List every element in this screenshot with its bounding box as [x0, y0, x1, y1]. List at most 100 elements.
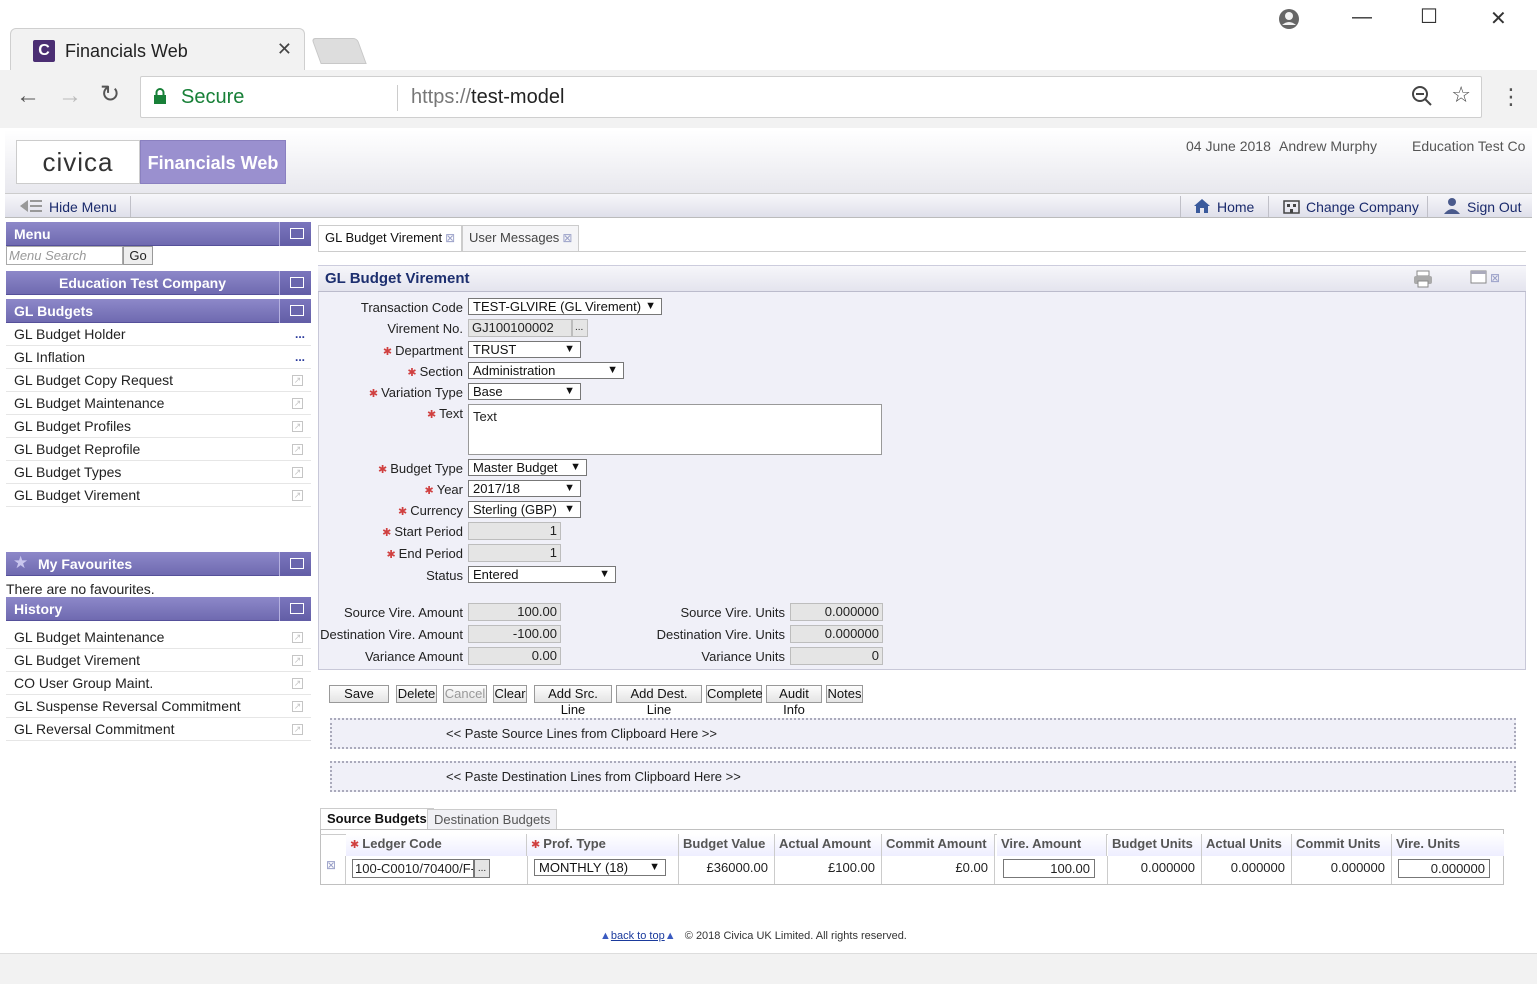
- vire-units-input[interactable]: 0.000000: [1398, 859, 1490, 878]
- variation-type-label: ✱ Variation Type: [263, 385, 463, 400]
- new-tab-button[interactable]: [311, 38, 367, 64]
- col-prof-type[interactable]: ✱ Prof. Type: [527, 834, 679, 856]
- prof-type-select[interactable]: MONTHLY (18) ▼: [534, 859, 666, 876]
- history-item[interactable]: GL Suspense Reversal Commitment ↗: [6, 695, 311, 718]
- favourites-empty-text: There are no favourites.: [6, 581, 155, 597]
- close-tab-icon[interactable]: ✕: [277, 39, 292, 60]
- col-actual-amount[interactable]: Actual Amount: [775, 834, 882, 856]
- back-to-top-link[interactable]: back to top: [611, 930, 665, 942]
- paste-destination-lines-area[interactable]: << Paste Destination Lines from Clipboar…: [330, 761, 1516, 792]
- add-src-line-button[interactable]: Add Src. Line: [534, 685, 612, 717]
- destination-vire-amount-label: Destination Vire. Amount: [320, 627, 463, 642]
- tab-gl-budget-virement[interactable]: GL Budget Virement ⊠: [318, 225, 463, 251]
- required-icon: ✱: [382, 346, 393, 358]
- tab-user-messages[interactable]: User Messages ⊠: [462, 225, 580, 251]
- address-bar[interactable]: Secure https://test-model ☆: [140, 76, 1482, 118]
- save-button[interactable]: Save: [329, 685, 389, 703]
- close-tab-icon[interactable]: ⊠: [562, 231, 572, 245]
- variation-type-select[interactable]: Base ▼: [468, 383, 581, 400]
- print-icon[interactable]: [1413, 270, 1433, 291]
- paste-source-lines-area[interactable]: << Paste Source Lines from Clipboard Her…: [330, 718, 1516, 749]
- minimize-icon[interactable]: —: [1352, 6, 1372, 29]
- label-text: Department: [395, 343, 463, 358]
- reload-icon[interactable]: ↻: [100, 80, 120, 109]
- col-budget-units[interactable]: Budget Units: [1108, 834, 1202, 856]
- cancel-button[interactable]: Cancel: [443, 685, 487, 703]
- currency-select[interactable]: Sterling (GBP) ▼: [468, 501, 581, 518]
- history-item[interactable]: GL Reversal Commitment ↗: [6, 718, 311, 741]
- user-sign-out-icon[interactable]: [1443, 197, 1461, 217]
- app-name-banner: Financials Web: [140, 140, 286, 184]
- history-title: History: [14, 601, 63, 617]
- panel-toggle-button[interactable]: [279, 271, 311, 295]
- col-vire-units[interactable]: Vire. Units: [1392, 834, 1504, 856]
- sign-out-button[interactable]: Sign Out: [1467, 199, 1521, 215]
- vire-amount-input[interactable]: 100.00: [1003, 859, 1095, 878]
- col-vire-amount[interactable]: Vire. Amount: [997, 834, 1107, 856]
- open-window-icon[interactable]: ↗: [292, 421, 303, 432]
- col-budget-value[interactable]: Budget Value: [679, 834, 775, 856]
- col-actual-units[interactable]: Actual Units: [1202, 834, 1292, 856]
- open-window-icon[interactable]: ↗: [292, 678, 303, 689]
- destination-vire-units-label: Destination Vire. Units: [656, 627, 785, 642]
- tab-destination-budgets[interactable]: Destination Budgets: [427, 809, 558, 830]
- notes-button[interactable]: Notes: [826, 685, 863, 703]
- status-select[interactable]: Entered ▼: [468, 566, 616, 583]
- open-window-icon[interactable]: ↗: [292, 724, 303, 735]
- panel-toggle-button[interactable]: [279, 222, 311, 246]
- browser-tab[interactable]: C Financials Web ✕: [10, 28, 305, 72]
- menu-search-input[interactable]: Menu Search: [6, 246, 123, 265]
- change-company-button[interactable]: Change Company: [1306, 199, 1419, 215]
- window-close-icon[interactable]: ✕: [1490, 6, 1507, 31]
- section-select[interactable]: Administration ▼: [468, 362, 624, 379]
- department-select[interactable]: TRUST ▼: [468, 341, 581, 358]
- add-dest-line-button[interactable]: Add Dest. Line: [616, 685, 702, 717]
- col-commit-amount[interactable]: Commit Amount: [882, 834, 995, 856]
- profile-icon[interactable]: [1278, 8, 1300, 36]
- browser-tab-title: Financials Web: [65, 41, 188, 61]
- year-select[interactable]: 2017/18 ▼: [468, 480, 581, 497]
- transaction-code-select[interactable]: TEST-GLVIRE (GL Virement) ▼: [468, 298, 662, 315]
- bookmark-star-icon[interactable]: ☆: [1451, 82, 1471, 108]
- dropdown-arrow-icon: ▼: [564, 385, 575, 397]
- history-item[interactable]: CO User Group Maint. ↗: [6, 672, 311, 695]
- tab-label: GL Budget Virement: [325, 230, 443, 245]
- source-vire-units-field: 0.000000: [790, 603, 883, 621]
- clear-button[interactable]: Clear: [493, 685, 527, 703]
- hide-menu-icon[interactable]: [20, 199, 44, 216]
- maximize-icon[interactable]: ☐: [1420, 4, 1438, 29]
- open-window-icon[interactable]: ↗: [292, 444, 303, 455]
- back-arrow-icon[interactable]: ←: [16, 82, 40, 110]
- tab-label: User Messages: [469, 230, 560, 245]
- history-item-label: GL Budget Maintenance: [14, 629, 165, 645]
- department-label: ✱ Department: [263, 343, 463, 358]
- delete-row-icon[interactable]: ⊠: [326, 858, 336, 872]
- home-icon[interactable]: [1193, 198, 1211, 217]
- open-window-icon[interactable]: ↗: [292, 701, 303, 712]
- col-commit-units[interactable]: Commit Units: [1292, 834, 1392, 856]
- building-icon[interactable]: [1283, 198, 1300, 217]
- required-icon: ✱: [386, 549, 396, 561]
- browser-menu-icon[interactable]: ⋮: [1500, 84, 1522, 110]
- home-button[interactable]: Home: [1217, 199, 1254, 215]
- ledger-code-input[interactable]: 100-C0010/70400/F-I: [352, 859, 474, 878]
- col-ledger-code[interactable]: ✱ Ledger Code: [346, 834, 527, 856]
- menu-search-go-button[interactable]: Go: [123, 246, 153, 265]
- actual-amount-cell: £100.00: [775, 856, 882, 884]
- zoom-icon[interactable]: [1411, 85, 1433, 113]
- delete-button[interactable]: Delete: [396, 685, 437, 703]
- close-tab-icon[interactable]: ⊠: [445, 231, 455, 245]
- dropdown-arrow-icon: ▼: [607, 364, 618, 376]
- virement-lookup-button[interactable]: ...: [572, 319, 588, 337]
- ledger-code-lookup-button[interactable]: ...: [474, 859, 490, 878]
- budget-type-select[interactable]: Master Budget ▼: [468, 459, 587, 476]
- text-textarea[interactable]: Text: [468, 404, 882, 455]
- forward-arrow-icon[interactable]: →: [58, 82, 82, 110]
- complete-button[interactable]: Complete: [706, 685, 763, 703]
- audit-info-button[interactable]: Audit Info: [766, 685, 822, 717]
- svg-text:⊠: ⊠: [1490, 271, 1500, 285]
- hide-menu-button[interactable]: Hide Menu: [49, 199, 117, 215]
- sidebar-item-gl-budget-reprofile[interactable]: GL Budget Reprofile ↗: [6, 438, 311, 461]
- tab-source-budgets[interactable]: Source Budgets: [320, 808, 434, 829]
- form-window-icon[interactable]: ⊠: [1470, 270, 1504, 289]
